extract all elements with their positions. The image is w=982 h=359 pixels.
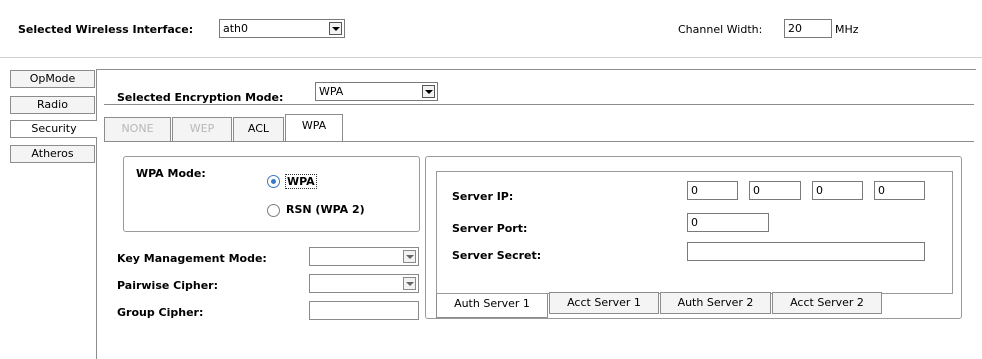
tab-wpa[interactable]: WPA: [285, 114, 343, 141]
group-cipher-field[interactable]: [309, 301, 419, 320]
tab-baseline: [104, 141, 974, 142]
wpa-radio[interactable]: [267, 175, 280, 188]
chevron-down-icon[interactable]: [329, 22, 342, 35]
server-port-field[interactable]: 0: [687, 213, 769, 232]
interface-select-value: ath0: [223, 22, 249, 35]
server-secret-field[interactable]: [687, 242, 925, 261]
server-secret-label: Server Secret:: [452, 249, 542, 262]
channel-width-unit: MHz: [835, 23, 859, 36]
channel-width-label: Channel Width:: [678, 23, 763, 36]
server-port-label: Server Port:: [452, 222, 528, 235]
chevron-down-icon[interactable]: [403, 277, 416, 290]
interface-select[interactable]: ath0: [219, 19, 345, 38]
server-ip-octet-2[interactable]: 0: [749, 181, 801, 200]
side-tab-atheros[interactable]: Atheros: [10, 145, 95, 163]
pairwise-cipher-label: Pairwise Cipher:: [117, 279, 218, 292]
server-ip-octet-4[interactable]: 0: [874, 181, 925, 200]
encryption-mode-value: WPA: [319, 85, 344, 98]
rsn-radio[interactable]: [267, 204, 280, 217]
side-tab-security[interactable]: Security: [10, 120, 97, 138]
key-management-value: [310, 248, 403, 265]
pairwise-cipher-value: [310, 275, 403, 292]
tab-wep[interactable]: WEP: [172, 117, 232, 141]
tab-auth-server-2[interactable]: Auth Server 2: [660, 292, 771, 314]
server-ip-octet-1[interactable]: 0: [687, 181, 738, 200]
pairwise-cipher-select[interactable]: [309, 274, 419, 293]
key-management-select[interactable]: [309, 247, 419, 266]
divider: [0, 57, 982, 58]
server-ip-label: Server IP:: [452, 190, 514, 203]
tab-acct-server-1[interactable]: Acct Server 1: [549, 292, 659, 314]
tab-auth-server-1[interactable]: Auth Server 1: [436, 294, 548, 318]
rsn-radio-label[interactable]: RSN (WPA 2): [286, 203, 365, 216]
divider: [104, 104, 974, 105]
encryption-mode-select[interactable]: WPA: [315, 82, 438, 101]
wpa-radio-label[interactable]: WPA: [285, 174, 317, 189]
key-management-label: Key Management Mode:: [117, 252, 267, 265]
server-ip-octet-3[interactable]: 0: [812, 181, 863, 200]
side-tab-radio[interactable]: Radio: [10, 96, 95, 114]
wpa-mode-label: WPA Mode:: [136, 167, 206, 180]
tab-acct-server-2[interactable]: Acct Server 2: [772, 292, 882, 314]
interface-label: Selected Wireless Interface:: [18, 23, 194, 36]
group-cipher-label: Group Cipher:: [117, 306, 204, 319]
encryption-mode-label: Selected Encryption Mode:: [117, 91, 284, 104]
chevron-down-icon[interactable]: [403, 250, 416, 263]
tab-none[interactable]: NONE: [104, 117, 171, 141]
channel-width-field[interactable]: 20: [784, 19, 832, 38]
chevron-down-icon[interactable]: [422, 85, 435, 98]
tab-acl[interactable]: ACL: [233, 117, 284, 141]
side-tab-opmode[interactable]: OpMode: [10, 70, 95, 88]
